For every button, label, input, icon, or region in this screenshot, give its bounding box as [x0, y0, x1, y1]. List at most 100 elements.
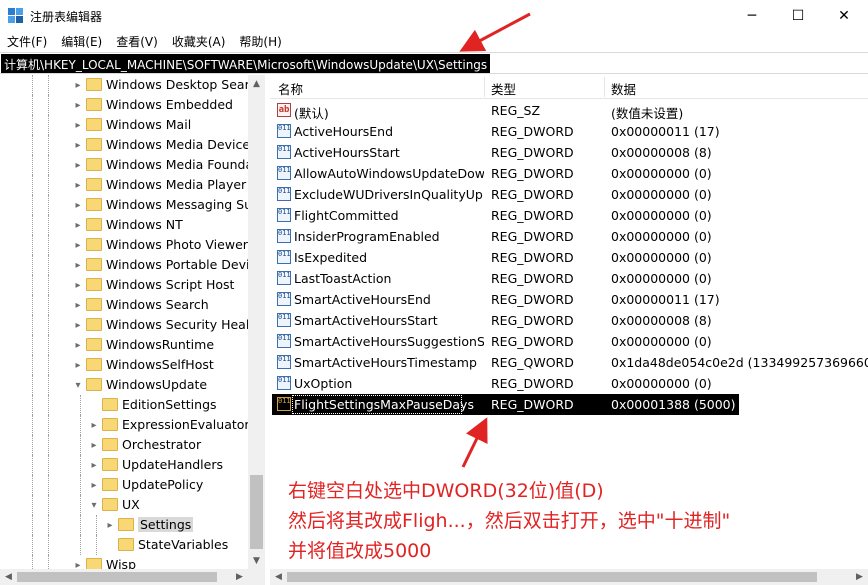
- minimize-button[interactable]: ─: [729, 0, 775, 31]
- chevron-right-icon[interactable]: ▸: [88, 475, 100, 495]
- value-row[interactable]: 011 110SmartActiveHoursEnd REG_DWORD 0x000…: [270, 289, 868, 310]
- scroll-thumb[interactable]: [250, 475, 263, 549]
- value-row[interactable]: 011 110SmartActiveHoursTimestamp REG_QWOR…: [270, 352, 868, 373]
- tree-item[interactable]: ▸ Wisp: [0, 555, 264, 570]
- value-row[interactable]: 011 110ActiveHoursStart REG_DWORD 0x000000…: [270, 142, 868, 163]
- column-header-data[interactable]: 数据: [611, 79, 636, 98]
- tree-item[interactable]: StateVariables: [0, 535, 264, 555]
- address-path[interactable]: 计算机\HKEY_LOCAL_MACHINE\SOFTWARE\Microsof…: [1, 54, 491, 73]
- chevron-right-icon[interactable]: ▸: [72, 335, 84, 355]
- chevron-right-icon[interactable]: ▸: [72, 235, 84, 255]
- tree-vertical-scrollbar[interactable]: ▲ ▼: [248, 75, 265, 569]
- chevron-down-icon[interactable]: ▾: [72, 375, 84, 395]
- scroll-left-icon[interactable]: ◀: [0, 569, 17, 585]
- column-header-name[interactable]: 名称: [278, 79, 303, 98]
- menu-file[interactable]: 文件(F): [0, 31, 54, 51]
- chevron-right-icon[interactable]: ▸: [72, 315, 84, 335]
- tree-item[interactable]: ▸ Windows Photo Viewer: [0, 235, 264, 255]
- scroll-right-icon[interactable]: ▶: [851, 569, 868, 585]
- column-header-type[interactable]: 类型: [491, 79, 516, 98]
- menu-favorites[interactable]: 收藏夹(A): [165, 31, 233, 51]
- chevron-right-icon[interactable]: ▸: [72, 275, 84, 295]
- chevron-right-icon[interactable]: ▸: [72, 135, 84, 155]
- scroll-thumb[interactable]: [17, 572, 217, 582]
- tree-item[interactable]: EditionSettings: [0, 395, 264, 415]
- value-row[interactable]: 011 110FlightSettingsMaxPauseDays REG_DWO…: [270, 394, 868, 415]
- tree-item[interactable]: ▾ UX: [0, 495, 264, 515]
- menu-help[interactable]: 帮助(H): [232, 31, 288, 51]
- value-row[interactable]: 011 110InsiderProgramEnabled REG_DWORD 0x0…: [270, 226, 868, 247]
- tree-item[interactable]: ▸ Windows Media Founda: [0, 155, 264, 175]
- value-row[interactable]: 011 110IsExpedited REG_DWORD 0x00000000 (0…: [270, 247, 868, 268]
- value-row[interactable]: ab (默认) REG_SZ (数值未设置): [270, 100, 868, 121]
- chevron-right-icon[interactable]: ▸: [88, 455, 100, 475]
- menu-view[interactable]: 查看(V): [109, 31, 165, 51]
- tree-item[interactable]: ▸ WindowsRuntime: [0, 335, 264, 355]
- address-bar[interactable]: 计算机\HKEY_LOCAL_MACHINE\SOFTWARE\Microsof…: [0, 52, 868, 74]
- chevron-right-icon[interactable]: ▸: [72, 215, 84, 235]
- tree-item[interactable]: ▸ Windows Search: [0, 295, 264, 315]
- tree-item[interactable]: ▸ Settings: [0, 515, 264, 535]
- tree-item[interactable]: ▸ Windows Media Device: [0, 135, 264, 155]
- value-row[interactable]: 011 110FlightCommitted REG_DWORD 0x0000000…: [270, 205, 868, 226]
- menu-edit[interactable]: 编辑(E): [54, 31, 109, 51]
- chevron-down-icon[interactable]: ▾: [88, 495, 100, 515]
- chevron-right-icon[interactable]: ▸: [72, 255, 84, 275]
- tree-item[interactable]: ▸ Windows Media Player N: [0, 175, 264, 195]
- value-row[interactable]: 011 110AllowAutoWindowsUpdateDow... REG_D…: [270, 163, 868, 184]
- scroll-left-icon[interactable]: ◀: [270, 569, 287, 585]
- scroll-up-icon[interactable]: ▲: [248, 75, 265, 92]
- chevron-right-icon[interactable]: ▸: [104, 515, 116, 535]
- tree-item[interactable]: ▸ Orchestrator: [0, 435, 264, 455]
- tree-horizontal-scrollbar[interactable]: ◀ ▶: [0, 569, 265, 585]
- close-button[interactable]: ✕: [821, 0, 867, 31]
- folder-icon: [86, 98, 102, 111]
- tree-guide-line: [80, 395, 81, 415]
- tree-item[interactable]: ▸ UpdateHandlers: [0, 455, 264, 475]
- chevron-right-icon[interactable]: ▸: [72, 355, 84, 375]
- tree-item[interactable]: ▸ WindowsSelfHost: [0, 355, 264, 375]
- scroll-thumb[interactable]: [287, 572, 817, 582]
- chevron-right-icon[interactable]: ▸: [88, 415, 100, 435]
- value-row[interactable]: 011 110LastToastAction REG_DWORD 0x0000000…: [270, 268, 868, 289]
- tree-guide-line: [32, 135, 33, 155]
- chevron-right-icon[interactable]: ▸: [72, 195, 84, 215]
- scroll-down-icon[interactable]: ▼: [248, 552, 265, 569]
- folder-icon: [86, 238, 102, 251]
- tree-item[interactable]: ▸ Windows Script Host: [0, 275, 264, 295]
- tree-item[interactable]: ▸ Windows Embedded: [0, 95, 264, 115]
- chevron-right-icon: [104, 535, 116, 555]
- chevron-right-icon[interactable]: ▸: [72, 175, 84, 195]
- tree-guide-line: [48, 135, 49, 155]
- chevron-right-icon[interactable]: ▸: [72, 75, 84, 95]
- chevron-right-icon[interactable]: ▸: [72, 115, 84, 135]
- chevron-right-icon[interactable]: ▸: [72, 555, 84, 570]
- tree-item[interactable]: ▸ UpdatePolicy: [0, 475, 264, 495]
- column-divider[interactable]: [484, 77, 485, 97]
- value-data: 0x00000011 (17): [611, 124, 720, 139]
- tree-item[interactable]: ▸ Windows NT: [0, 215, 264, 235]
- tree-item[interactable]: ▾ WindowsUpdate: [0, 375, 264, 395]
- tree-item[interactable]: ▸ Windows Portable Devic: [0, 255, 264, 275]
- column-divider[interactable]: [604, 77, 605, 97]
- tree-item-label: Windows Media Player N: [106, 177, 260, 192]
- value-row[interactable]: 011 110SmartActiveHoursSuggestionSt... RE…: [270, 331, 868, 352]
- tree-guide-line: [80, 435, 81, 455]
- scroll-right-icon[interactable]: ▶: [231, 569, 248, 585]
- maximize-button[interactable]: ☐: [775, 0, 821, 31]
- chevron-right-icon[interactable]: ▸: [72, 295, 84, 315]
- value-row[interactable]: 011 110SmartActiveHoursStart REG_DWORD 0x0…: [270, 310, 868, 331]
- tree-item[interactable]: ▸ Windows Messaging Sul: [0, 195, 264, 215]
- chevron-right-icon[interactable]: ▸: [72, 95, 84, 115]
- chevron-right-icon[interactable]: ▸: [72, 155, 84, 175]
- list-horizontal-scrollbar[interactable]: ◀ ▶: [270, 569, 868, 585]
- chevron-right-icon[interactable]: ▸: [88, 435, 100, 455]
- value-name: SmartActiveHoursTimestamp: [294, 355, 477, 370]
- tree-item[interactable]: ▸ ExpressionEvaluators: [0, 415, 264, 435]
- tree-item[interactable]: ▸ Windows Desktop Searc: [0, 75, 264, 95]
- value-row[interactable]: 011 110UxOption REG_DWORD 0x00000000 (0): [270, 373, 868, 394]
- tree-item[interactable]: ▸ Windows Mail: [0, 115, 264, 135]
- value-row[interactable]: 011 110ExcludeWUDriversInQualityUp... REG…: [270, 184, 868, 205]
- tree-item[interactable]: ▸ Windows Security Health: [0, 315, 264, 335]
- value-row[interactable]: 011 110ActiveHoursEnd REG_DWORD 0x00000011…: [270, 121, 868, 142]
